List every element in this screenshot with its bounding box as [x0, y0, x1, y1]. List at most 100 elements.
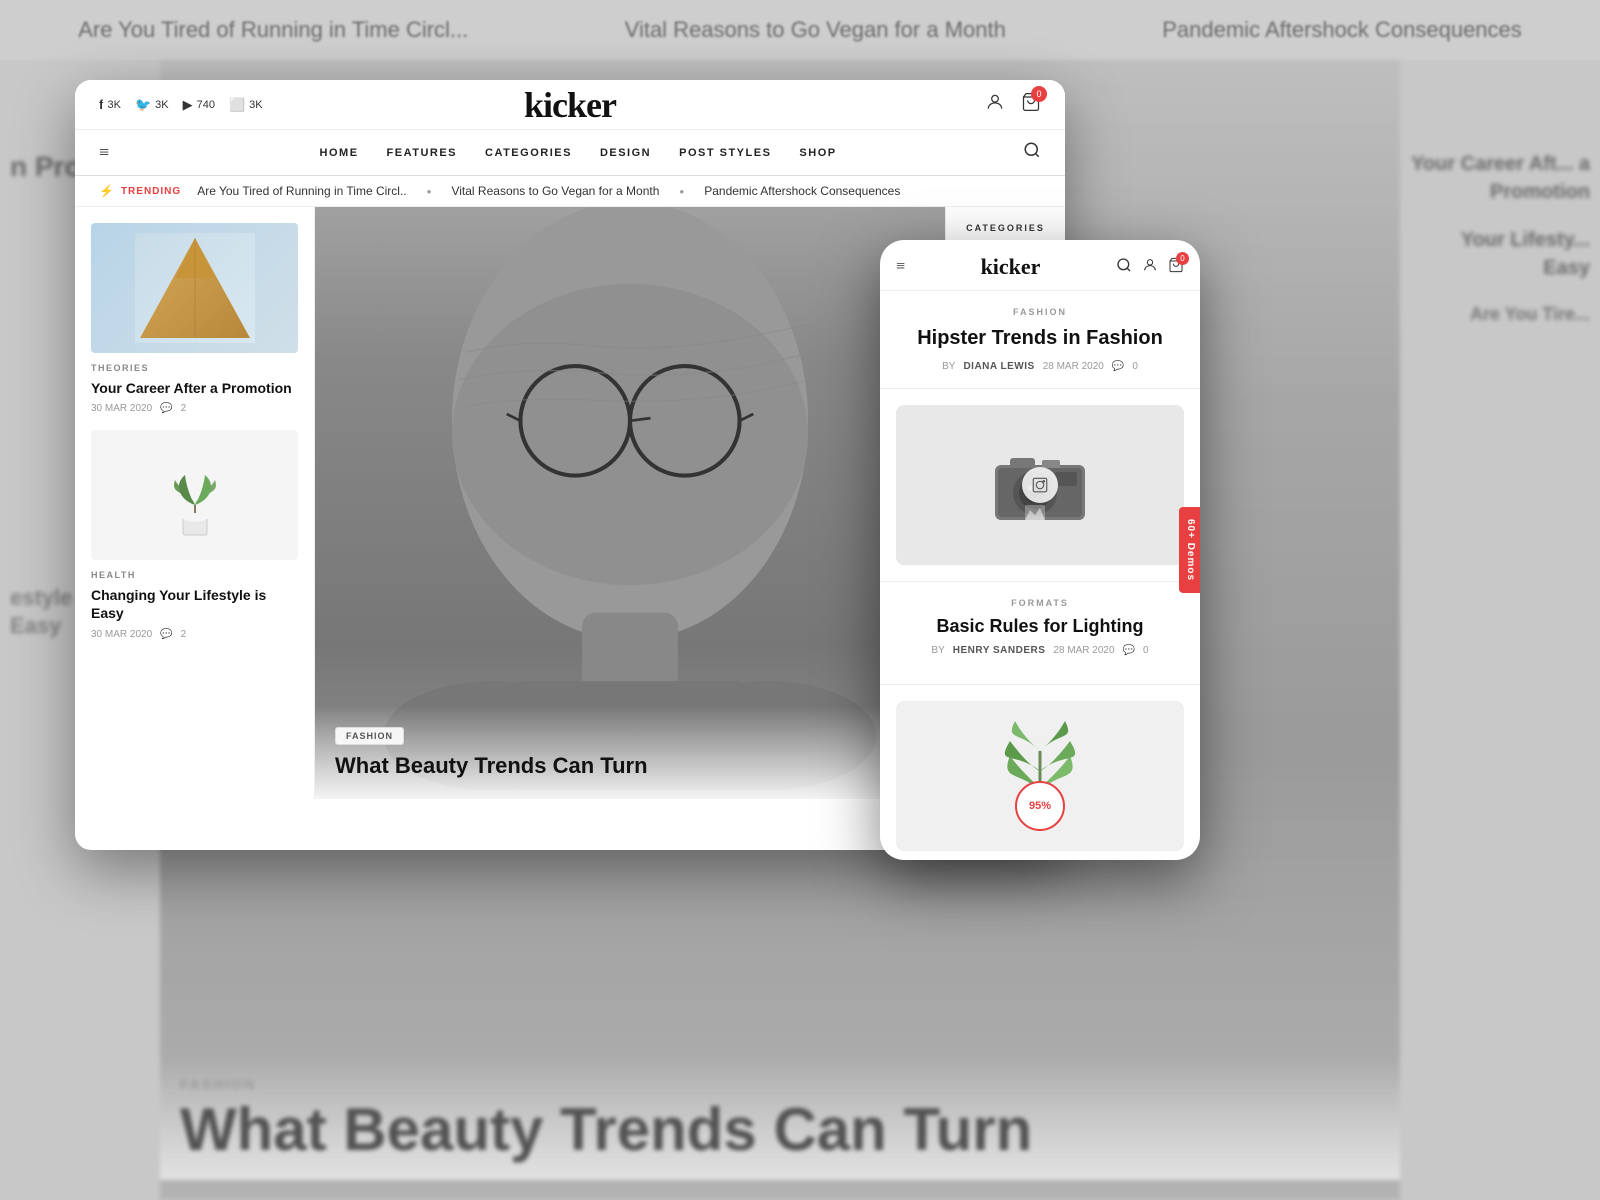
- mobile-by-label-2: BY: [931, 645, 944, 656]
- nav-features[interactable]: FEATURES: [387, 147, 457, 159]
- mobile-second-date: 28 MAR 2020: [1053, 645, 1114, 656]
- nav-post-styles[interactable]: POST STYLES: [679, 147, 771, 159]
- mobile-plant-section: 95%: [880, 685, 1200, 855]
- trending-items: Are You Tired of Running in Time Circl..…: [197, 184, 900, 198]
- mobile-camera-thumb: [896, 405, 1184, 565]
- instagram-link[interactable]: ⬜ 3K: [229, 97, 263, 113]
- article-thumb-bg-2: [91, 430, 298, 560]
- left-articles: THEORIES Your Career After a Promotion 3…: [75, 207, 315, 799]
- bg-ticker: Are You Tired of Running in Time Circl..…: [0, 0, 1600, 60]
- mobile-plant-image: 95%: [896, 701, 1184, 851]
- categories-label: CATEGORIES: [958, 219, 1053, 233]
- trending-item-2[interactable]: Vital Reasons to Go Vegan for a Month: [451, 184, 659, 198]
- trending-text: TRENDING: [121, 186, 181, 197]
- youtube-count: 740: [197, 99, 215, 111]
- center-category-badge: FASHION: [335, 727, 404, 745]
- nav-links: HOME FEATURES CATEGORIES DESIGN POST STY…: [133, 147, 1023, 159]
- trending-bar: ⚡ TRENDING Are You Tired of Running in T…: [75, 176, 1065, 207]
- facebook-count: 3K: [107, 99, 120, 111]
- mobile-window: ≡ kicker 0: [880, 240, 1200, 860]
- header-icons: 0: [985, 92, 1041, 117]
- nav-categories[interactable]: CATEGORIES: [485, 147, 572, 159]
- bg-ticker-item-2: Vital Reasons to Go Vegan for a Month: [625, 17, 1006, 43]
- twitter-link[interactable]: 🐦 3K: [135, 97, 169, 113]
- nav-home[interactable]: HOME: [320, 147, 359, 159]
- search-icon-button[interactable]: [1023, 141, 1041, 164]
- youtube-link[interactable]: ▶ 740: [183, 97, 215, 113]
- mobile-second-author: HENRY SANDERS: [953, 645, 1046, 656]
- instagram-icon: ⬜: [229, 97, 245, 113]
- bg-main-title: What Beauty Trends Can Turn: [180, 1100, 1380, 1160]
- percentage-value: 95%: [1029, 800, 1051, 812]
- mobile-top-article: FASHION Hipster Trends in Fashion BY DIA…: [880, 291, 1200, 389]
- mobile-top-title[interactable]: Hipster Trends in Fashion: [896, 325, 1184, 351]
- bg-bottom-area: FASHION What Beauty Trends Can Turn: [160, 1056, 1400, 1180]
- mobile-content: FASHION Hipster Trends in Fashion BY DIA…: [880, 291, 1200, 855]
- mobile-second-article: FORMATS Basic Rules for Lighting BY HENR…: [880, 582, 1200, 685]
- comment-icon-1: 💬: [160, 403, 172, 414]
- user-icon-button[interactable]: [985, 92, 1005, 117]
- facebook-icon: 𝐟: [99, 97, 103, 113]
- demos-tab[interactable]: 60+ Demos: [1179, 507, 1200, 593]
- mobile-hamburger[interactable]: ≡: [896, 258, 905, 276]
- mobile-comment-icon-2: 💬: [1123, 645, 1135, 656]
- mobile-top-meta: BY DIANA LEWIS 28 MAR 2020 💬 0: [896, 361, 1184, 372]
- bg-right-text-1: Your Career Aft... a Promotion: [1410, 150, 1590, 206]
- article-2-title[interactable]: Changing Your Lifestyle is Easy: [91, 586, 298, 622]
- mobile-search-icon[interactable]: [1116, 257, 1132, 278]
- trending-bolt-icon: ⚡: [99, 184, 115, 198]
- article-2-date: 30 MAR 2020: [91, 629, 152, 640]
- trending-dot-1: ●: [427, 187, 432, 196]
- mobile-top-date: 28 MAR 2020: [1043, 361, 1104, 372]
- nav-design[interactable]: DESIGN: [600, 147, 651, 159]
- article-thumb-bg-1: [91, 223, 298, 353]
- mobile-top-category: FASHION: [896, 307, 1184, 317]
- mobile-comment-icon: 💬: [1112, 361, 1124, 372]
- mobile-second-comments: 0: [1143, 645, 1149, 656]
- trending-item-3[interactable]: Pandemic Aftershock Consequences: [704, 184, 900, 198]
- article-card-2: HEALTH Changing Your Lifestyle is Easy 3…: [91, 430, 298, 639]
- mobile-top-comments: 0: [1132, 361, 1138, 372]
- article-1-meta: 30 MAR 2020 💬 2: [91, 403, 298, 414]
- mobile-header: ≡ kicker 0: [880, 240, 1200, 291]
- article-1-date: 30 MAR 2020: [91, 403, 152, 414]
- bg-fashion-label: FASHION: [180, 1076, 1380, 1092]
- bg-right-area: Your Career Aft... a Promotion Your Life…: [1400, 140, 1600, 337]
- article-2-category: HEALTH: [91, 570, 298, 580]
- mobile-second-title[interactable]: Basic Rules for Lighting: [896, 616, 1184, 637]
- mobile-logo[interactable]: kicker: [981, 254, 1041, 280]
- mobile-user-icon[interactable]: [1142, 257, 1158, 278]
- mobile-header-icons: 0: [1116, 257, 1184, 278]
- article-thumb-2: [91, 430, 298, 560]
- article-1-category: THEORIES: [91, 363, 298, 373]
- article-card-1: THEORIES Your Career After a Promotion 3…: [91, 223, 298, 414]
- center-article: FASHION What Beauty Trends Can Turn: [315, 207, 945, 799]
- trending-item-1[interactable]: Are You Tired of Running in Time Circl..: [197, 184, 406, 198]
- mobile-second-meta: BY HENRY SANDERS 28 MAR 2020 💬 0: [896, 645, 1184, 656]
- mobile-camera-section: [880, 389, 1200, 582]
- mobile-cart-icon[interactable]: 0: [1168, 257, 1184, 278]
- hamburger-menu[interactable]: ≡: [99, 142, 109, 163]
- trending-label: ⚡ TRENDING: [99, 184, 181, 198]
- article-1-title[interactable]: Your Career After a Promotion: [91, 379, 298, 397]
- bg-right-text-3: Are You Tire...: [1410, 302, 1590, 327]
- nav-shop[interactable]: SHOP: [799, 147, 836, 159]
- twitter-icon: 🐦: [135, 97, 151, 113]
- article-2-comments: 2: [181, 629, 187, 640]
- center-article-title[interactable]: What Beauty Trends Can Turn: [335, 753, 925, 779]
- article-1-comments: 2: [181, 403, 187, 414]
- mobile-top-author: DIANA LEWIS: [963, 361, 1034, 372]
- site-logo[interactable]: kicker: [524, 84, 616, 126]
- site-header: 𝐟 3K 🐦 3K ▶ 740 ⬜ 3K kicker: [75, 80, 1065, 130]
- trending-dot-2: ●: [679, 187, 684, 196]
- mobile-second-category: FORMATS: [896, 598, 1184, 608]
- percentage-badge: 95%: [1015, 781, 1065, 831]
- cart-icon-button[interactable]: 0: [1021, 92, 1041, 117]
- facebook-link[interactable]: 𝐟 3K: [99, 97, 121, 113]
- twitter-count: 3K: [155, 99, 168, 111]
- site-nav: ≡ HOME FEATURES CATEGORIES DESIGN POST S…: [75, 130, 1065, 176]
- center-image: FASHION What Beauty Trends Can Turn: [315, 207, 945, 799]
- comment-icon-2: 💬: [160, 629, 172, 640]
- mobile-cart-badge: 0: [1176, 252, 1189, 265]
- article-thumb-1: [91, 223, 298, 353]
